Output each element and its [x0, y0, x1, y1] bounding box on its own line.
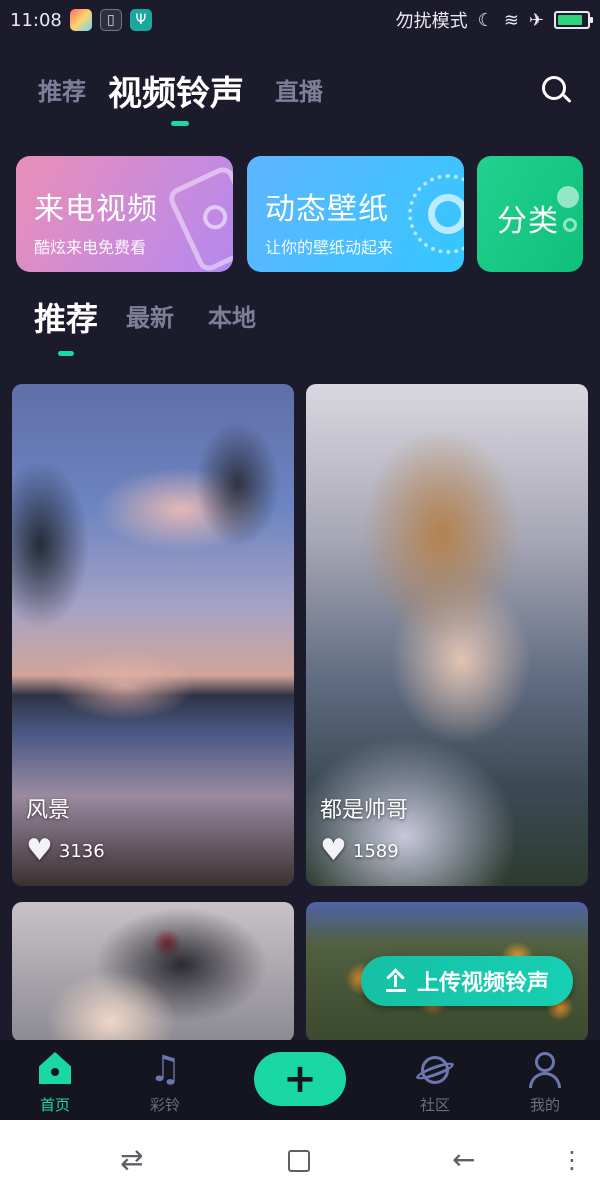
active-subtab-indicator: [58, 351, 74, 356]
sub-tab-bar: 推荐 最新 本地: [0, 294, 600, 364]
system-nav-bar: ⇄ ← ⋮: [0, 1120, 600, 1200]
brush-icon: ▯: [99, 9, 122, 31]
back-icon[interactable]: ←: [452, 1146, 475, 1174]
bubble-decoration-icon: [557, 186, 579, 208]
heart-icon: ♥: [320, 833, 347, 868]
feature-cards: 来电视频 酷炫来电免费看 动态壁纸 让你的壁纸动起来 分类: [16, 156, 600, 274]
more-icon[interactable]: ⋮: [560, 1146, 584, 1174]
video-tile-scenery[interactable]: 风景 ♥ 3136: [12, 384, 294, 886]
battery-icon: [554, 11, 593, 29]
moon-icon: ☾: [477, 9, 494, 31]
tab-recommend[interactable]: 推荐: [38, 72, 86, 107]
like-count: ♥ 3136: [26, 833, 105, 868]
nav-community[interactable]: 社区: [395, 1050, 475, 1115]
home-square-icon[interactable]: [288, 1150, 310, 1172]
user-icon: [525, 1050, 565, 1090]
upload-video-ringtone-button[interactable]: 上传视频铃声: [361, 956, 573, 1006]
wifi-icon: ≋: [503, 9, 519, 31]
airplane-icon: ✈: [528, 9, 544, 31]
bottom-nav-bar: 首页 ♫ 彩铃 + 社区 我的: [0, 1040, 600, 1120]
card-incoming-call-video[interactable]: 来电视频 酷炫来电免费看: [16, 156, 233, 272]
home-icon: [35, 1050, 75, 1090]
like-count: ♥ 1589: [320, 833, 399, 868]
add-button[interactable]: +: [254, 1052, 346, 1106]
tile-caption: 都是帅哥: [320, 798, 409, 823]
plus-icon: +: [283, 1056, 317, 1102]
recent-apps-icon[interactable]: ⇄: [120, 1146, 143, 1174]
flower-app-icon: [69, 9, 92, 31]
card-category[interactable]: 分类: [477, 156, 583, 272]
dnd-label: 勿扰模式: [395, 11, 468, 32]
top-tab-bar: 推荐 视频铃声 直播: [0, 60, 600, 140]
clock-time: 11:08: [10, 9, 62, 31]
nav-home[interactable]: 首页: [15, 1050, 95, 1115]
video-tile[interactable]: [12, 902, 294, 1042]
usb-icon: Ψ: [129, 9, 152, 31]
upload-icon: [385, 968, 407, 992]
tab-video-ringtone[interactable]: 视频铃声: [108, 66, 244, 115]
nav-mine[interactable]: 我的: [505, 1050, 585, 1115]
nav-ringtone[interactable]: ♫ 彩铃: [125, 1050, 205, 1115]
active-tab-indicator: [171, 121, 189, 126]
subtab-recommend[interactable]: 推荐: [34, 294, 98, 340]
planet-icon: [414, 1050, 456, 1090]
status-bar: 11:08 ▯ Ψ 勿扰模式 ☾ ≋ ✈: [0, 0, 600, 40]
card-live-wallpaper[interactable]: 动态壁纸 让你的壁纸动起来: [247, 156, 464, 272]
heart-icon: ♥: [26, 833, 53, 868]
tile-caption: 风景: [26, 798, 71, 823]
upload-label: 上传视频铃声: [416, 971, 549, 996]
subtab-latest[interactable]: 最新: [126, 298, 174, 333]
music-note-icon: ♫: [148, 1049, 182, 1090]
video-tile-handsome[interactable]: 都是帅哥 ♥ 1589: [306, 384, 588, 886]
subtab-local[interactable]: 本地: [208, 298, 256, 333]
search-button[interactable]: [542, 76, 572, 106]
tab-live[interactable]: 直播: [275, 72, 323, 107]
